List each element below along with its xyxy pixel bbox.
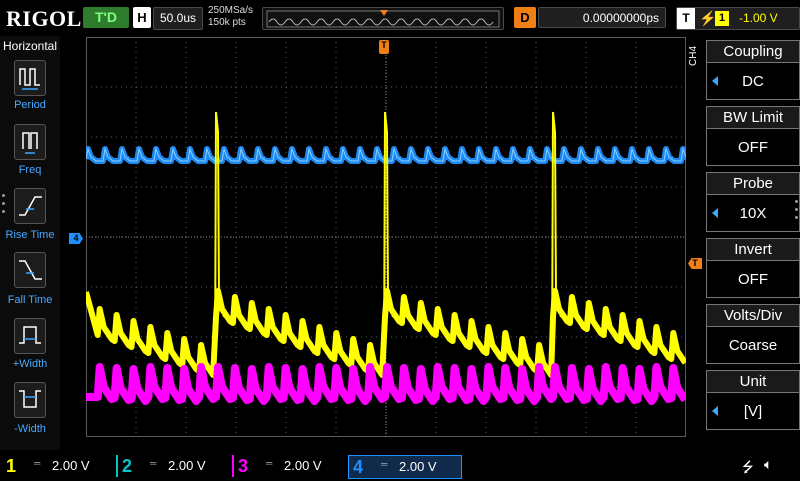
period-icon — [19, 68, 40, 90]
invert-value: OFF — [706, 260, 800, 298]
rise-time-label: Rise Time — [5, 229, 55, 241]
trigger-label: T — [677, 8, 695, 29]
ch4-offset-marker[interactable]: 4 — [69, 233, 83, 244]
coupling-select-arrow-icon — [712, 76, 718, 86]
measure-positive-width-button[interactable] — [14, 318, 46, 354]
volts-div-title: Volts/Div — [706, 304, 800, 326]
unit-select-arrow-icon — [712, 406, 718, 416]
memory-depth: 150k pts — [208, 17, 246, 28]
dc-coupling-icon: ═ — [34, 458, 41, 468]
unit-title: Unit — [706, 370, 800, 392]
delay-label: D — [514, 7, 536, 28]
fall-time-label: Fall Time — [7, 294, 53, 306]
timebase-label: H — [133, 7, 151, 28]
trigger-level: -1.00 V — [739, 11, 778, 25]
waveform-graticule — [83, 37, 698, 437]
usb-icon: ⭍ — [742, 459, 754, 475]
channel-4-status[interactable]: 4 ═ 2.00 V — [348, 455, 462, 479]
waveform-display[interactable] — [83, 37, 698, 437]
channel-3-scale: 2.00 V — [284, 458, 322, 473]
positive-width-label: +Width — [12, 358, 48, 370]
top-status-bar: RIGOL T'D H 50.0us 250MSa/s 150k pts D 0… — [0, 0, 800, 36]
trigger-status[interactable]: T ⚡ 1 -1.00 V — [676, 7, 800, 30]
dc-coupling-icon: ═ — [381, 459, 388, 469]
fall-time-icon — [19, 260, 42, 280]
invert-menu-item[interactable]: Invert OFF — [706, 238, 800, 300]
invert-title: Invert — [706, 238, 800, 260]
freq-label: Freq — [18, 164, 42, 176]
ch1-waveform — [83, 288, 688, 378]
volts-div-value: Coarse — [706, 326, 800, 364]
timebase-value[interactable]: 50.0us — [153, 7, 203, 30]
ch3-waveform — [86, 363, 689, 405]
positive-width-icon — [19, 326, 41, 344]
volts-div-menu-item[interactable]: Volts/Div Coarse — [706, 304, 800, 366]
speaker-mute-icon[interactable]: 🔈︎ — [764, 456, 772, 473]
trigger-source: 1 — [715, 11, 729, 26]
channel-3-status[interactable]: 3 ═ 2.00 V — [232, 455, 344, 477]
run-status-badge[interactable]: T'D — [83, 7, 129, 28]
channel-2-scale: 2.00 V — [168, 458, 206, 473]
memory-position-track[interactable] — [262, 7, 504, 30]
delay-value[interactable]: 0.00000000ps — [538, 7, 666, 28]
dc-coupling-icon: ═ — [150, 458, 157, 468]
channel-2-status[interactable]: 2 ═ 2.00 V — [116, 455, 228, 477]
channel-1-number: 1 — [6, 456, 17, 476]
page-indicator-dots — [2, 194, 6, 213]
bw-limit-value: OFF — [706, 128, 800, 166]
channel-status-bar: 1 ═ 2.00 V 2 ═ 2.00 V 3 ═ 2.00 V 4 ═ 2.0… — [0, 452, 800, 480]
channel-menu-tag: CH4 — [688, 45, 699, 66]
negative-width-icon — [19, 390, 41, 408]
horizontal-measure-menu: Horizontal Period Freq Rise Time Fall Ti… — [0, 36, 60, 450]
coupling-title: Coupling — [706, 40, 800, 62]
measure-negative-width-button[interactable] — [14, 382, 46, 418]
bw-limit-title: BW Limit — [706, 106, 800, 128]
rise-time-icon — [19, 196, 42, 216]
channel-2-number: 2 — [122, 456, 133, 476]
bw-limit-menu-item[interactable]: BW Limit OFF — [706, 106, 800, 168]
probe-title: Probe — [706, 172, 800, 194]
coupling-value: DC — [706, 62, 800, 100]
dc-coupling-icon: ═ — [266, 458, 273, 468]
trigger-edge-icon: ⚡ — [699, 10, 717, 26]
sample-rate: 250MSa/s — [208, 5, 254, 16]
channel-3-number: 3 — [238, 456, 249, 476]
measure-rise-time-button[interactable] — [14, 188, 46, 224]
menu-page-dots — [795, 200, 798, 219]
trigger-position-marker[interactable]: T — [379, 40, 389, 54]
channel-settings-menu: Coupling DC BW Limit OFF Probe 10X Inver… — [703, 36, 800, 450]
measure-fall-time-button[interactable] — [14, 252, 46, 288]
acquisition-info: 250MSa/s 150k pts — [208, 5, 253, 29]
channel-4-number: 4 — [353, 457, 364, 477]
trigger-level-marker[interactable]: T — [688, 258, 702, 269]
negative-width-label: -Width — [14, 423, 46, 435]
probe-value: 10X — [706, 194, 800, 232]
probe-menu-item[interactable]: Probe 10X — [706, 172, 800, 234]
channel-1-scale: 2.00 V — [52, 458, 90, 473]
rigol-logo: RIGOL — [6, 6, 82, 31]
probe-select-arrow-icon — [712, 208, 718, 218]
coupling-menu-item[interactable]: Coupling DC — [706, 40, 800, 102]
period-label: Period — [14, 99, 46, 111]
memory-waveform-preview — [266, 10, 500, 28]
channel-4-scale: 2.00 V — [399, 459, 437, 474]
measure-period-button[interactable] — [14, 60, 46, 96]
unit-menu-item[interactable]: Unit [V] — [706, 370, 800, 432]
frequency-icon — [22, 132, 38, 154]
channel-1-status[interactable]: 1 ═ 2.00 V — [2, 455, 112, 477]
unit-value: [V] — [706, 392, 800, 430]
menu-title: Horizontal — [3, 39, 58, 53]
measure-freq-button[interactable] — [14, 124, 46, 160]
